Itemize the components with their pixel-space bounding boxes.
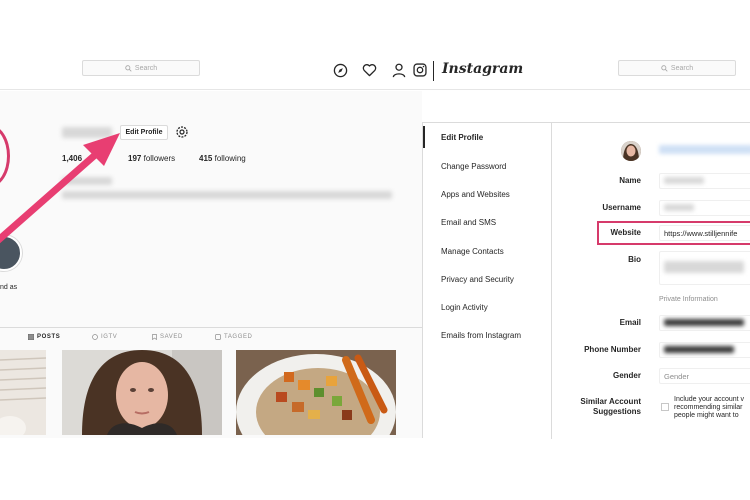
settings-menu: Edit Profile Change Password Apps and We… [423, 123, 552, 439]
website-field[interactable]: https://www.stilljennife [659, 225, 750, 241]
search-placeholder: Search [670, 64, 694, 72]
menu-item-emails-instagram[interactable]: Emails from Instagram [441, 331, 521, 340]
instagram-logo[interactable]: Instagram [442, 61, 523, 77]
name-field[interactable] [659, 173, 750, 189]
menu-item-change-password[interactable]: Change Password [441, 162, 506, 171]
compass-icon[interactable] [332, 62, 348, 78]
similar-suggestions-checkbox[interactable] [661, 403, 669, 411]
menu-item-login-activity[interactable]: Login Activity [441, 303, 488, 312]
email-field[interactable] [659, 315, 750, 331]
phone-field[interactable] [659, 342, 750, 358]
profile-panel: Edit Profile 1,406 197 followers 415 fol… [0, 91, 422, 438]
menu-item-apps-websites[interactable]: Apps and Websites [441, 190, 510, 199]
username-field[interactable] [659, 200, 750, 216]
annotation-arrow [0, 133, 120, 244]
search-icon [661, 64, 668, 72]
phone-label: Phone Number [584, 345, 641, 354]
search-input-secondary[interactable]: Search [618, 60, 736, 76]
gender-label: Gender [612, 371, 641, 380]
menu-item-manage-contacts[interactable]: Manage Contacts [441, 247, 504, 256]
edit-profile-panel: Edit Profile Change Password Apps and We… [422, 122, 750, 439]
private-information-heading: Private Information [659, 296, 718, 303]
gender-field[interactable]: Gender [659, 368, 750, 384]
bio-label: Bio [628, 255, 641, 264]
email-label: Email [619, 318, 641, 327]
menu-item-edit-profile[interactable]: Edit Profile [441, 133, 483, 142]
settings-avatar[interactable] [621, 141, 641, 161]
menu-item-email-sms[interactable]: Email and SMS [441, 218, 496, 227]
name-label: Name [619, 176, 641, 185]
similar-suggestions-text: Include your account v recommending simi… [674, 396, 745, 419]
settings-username-blurred [659, 145, 750, 154]
bio-field[interactable] [659, 251, 750, 285]
top-navigation-bar: Search Instagram Search [0, 52, 750, 90]
instagram-glyph-icon[interactable] [412, 62, 428, 78]
search-input[interactable]: Search [82, 60, 200, 76]
person-icon[interactable] [391, 62, 407, 78]
website-label: Website [610, 228, 641, 237]
menu-item-privacy-security[interactable]: Privacy and Security [441, 275, 514, 284]
menu-active-indicator [423, 126, 425, 148]
username-label: Username [602, 203, 641, 212]
logo-divider [433, 61, 434, 81]
similar-suggestions-label: Similar Account Suggestions [580, 397, 641, 416]
search-placeholder: Search [134, 64, 158, 72]
heart-icon[interactable] [361, 62, 377, 78]
search-icon [125, 64, 132, 72]
